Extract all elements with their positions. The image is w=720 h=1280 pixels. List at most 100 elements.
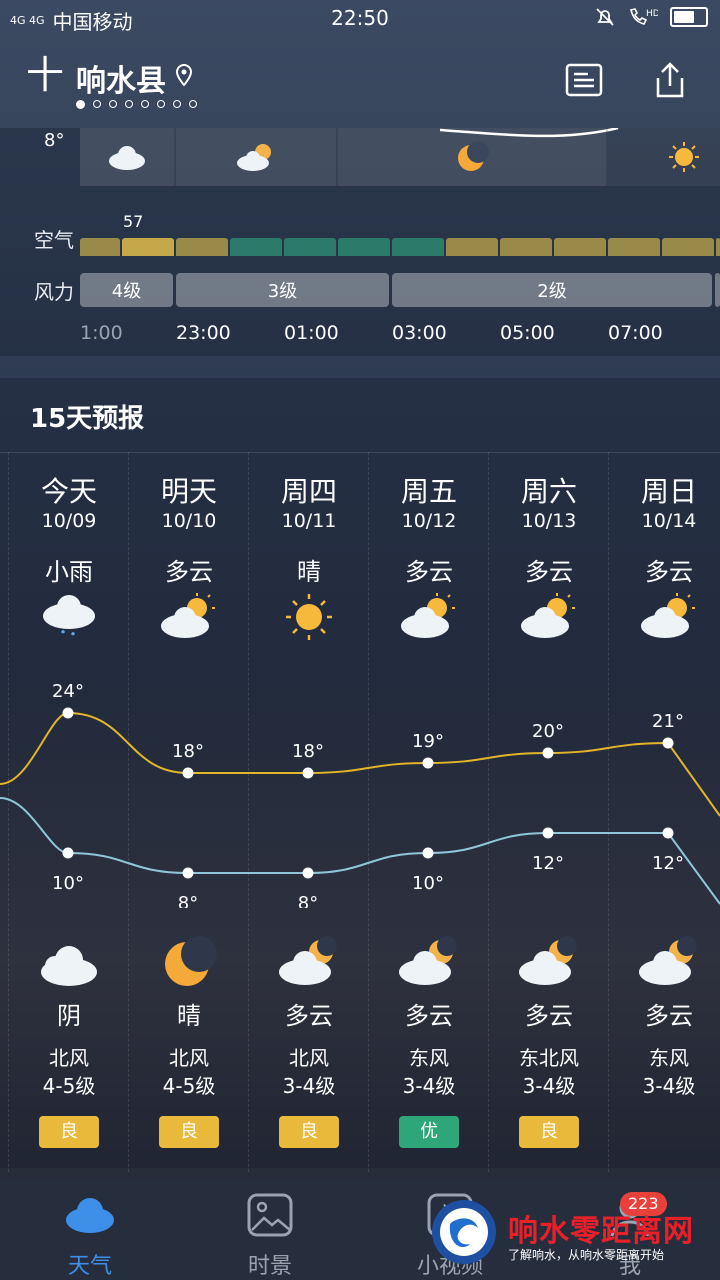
wind-level-bar: 2级 — [392, 273, 712, 307]
air-quality-bar — [662, 238, 714, 256]
air-quality-bar — [554, 238, 606, 256]
hd-call-icon: HD — [630, 8, 658, 25]
high-temp-point — [182, 767, 194, 779]
sun-icon — [279, 592, 339, 642]
page-dot — [76, 100, 85, 109]
share-icon[interactable] — [650, 60, 690, 100]
night-weather-label: 多云 — [405, 1002, 453, 1030]
status-bar: 4G 4G 中国移动 22:50 HD — [0, 0, 720, 36]
hour-label: 1:00 — [80, 322, 123, 344]
air-quality-bar — [608, 238, 660, 256]
low-temp-point — [302, 867, 314, 879]
hourly-panel[interactable]: 8° 空气 57 风力 4级 3级 2级 1:00 23:00 01:00 03… — [0, 128, 720, 356]
page-dot — [93, 100, 101, 108]
hour-label: 01:00 — [284, 322, 339, 344]
date-label: 10/13 — [521, 510, 577, 532]
aqi-badge: 良 — [519, 1116, 579, 1148]
wind-label: 风力 — [34, 280, 74, 304]
weekday-label: 明天 — [160, 475, 217, 508]
add-city-button[interactable]: 十 — [26, 56, 64, 94]
hourly-cell — [338, 128, 608, 186]
watermark-title: 响水零距离网 — [508, 1214, 694, 1249]
page-dot — [157, 100, 165, 108]
location-pin-icon — [176, 64, 192, 86]
day-weather-label: 多云 — [165, 558, 213, 586]
day-weather-label: 晴 — [297, 558, 321, 586]
mute-bell-icon — [596, 8, 614, 26]
wind-level-bar: 3级 — [176, 273, 389, 307]
air-quality-bar — [446, 238, 498, 256]
page-dot — [125, 100, 133, 108]
temperature-curves: 24° 10° 18° 8° 18° 8° 19° 10° 20° 12° 21° 12° — [0, 681, 720, 908]
wind-level: 4-5级 — [162, 1074, 216, 1098]
site-watermark: 响水零距离网 了解响水，从响水零距离开始 — [428, 1186, 720, 1280]
partly-cloudy-icon — [639, 592, 699, 642]
day-weather-label: 多云 — [525, 558, 573, 586]
svg-text:HD: HD — [646, 9, 658, 19]
air-quality-bar — [716, 238, 720, 256]
sun-icon — [669, 142, 699, 172]
cloudy-night-icon — [517, 936, 581, 990]
air-quality-bar — [230, 238, 282, 256]
weekday-label: 周五 — [400, 475, 457, 508]
date-label: 10/11 — [281, 510, 337, 532]
city-name[interactable]: 响水县 — [76, 56, 166, 100]
low-temp-point — [542, 827, 554, 839]
cloudy-night-icon — [237, 144, 271, 171]
hour-label: 03:00 — [392, 322, 447, 344]
high-temp-point — [542, 747, 554, 759]
high-temp-point — [302, 767, 314, 779]
tab-weather[interactable]: 天气 — [0, 1180, 180, 1280]
air-quality-bar — [122, 238, 174, 256]
day-weather-label: 多云 — [405, 558, 453, 586]
hourly-cell — [80, 128, 176, 186]
day-weather-label: 多云 — [645, 558, 693, 586]
moon-icon — [157, 936, 221, 990]
list-icon[interactable] — [564, 60, 604, 100]
wind-direction: 北风 — [289, 1046, 329, 1070]
partly-cloudy-icon — [399, 592, 459, 642]
aqi-badge: 良 — [279, 1116, 339, 1148]
cloud-icon — [37, 936, 101, 990]
wind-direction: 东风 — [409, 1046, 449, 1070]
aqi-badge: 良 — [39, 1116, 99, 1148]
site-logo — [432, 1200, 496, 1264]
cloud-icon — [66, 1198, 114, 1233]
wind-level: 3-4级 — [522, 1074, 576, 1098]
tab-scenery[interactable]: 时景 — [180, 1180, 360, 1280]
rain-cloud-icon — [39, 592, 99, 642]
forecast-panel[interactable]: 15天预报 今天 10/09 小雨阴北风 4-5级良明天 10/10 多云晴北风 4-5级良… — [0, 378, 720, 1172]
night-weather-label: 阴 — [57, 1002, 81, 1030]
low-temp-line — [0, 797, 720, 905]
weekday-label: 今天 — [40, 475, 97, 508]
high-temp-label: 24° — [52, 681, 84, 702]
image-icon — [247, 1193, 293, 1237]
air-label: 空气 — [34, 228, 74, 252]
high-temp-label: 21° — [652, 711, 684, 732]
tab-label: 时景 — [247, 1254, 292, 1279]
wind-direction: 东风 — [649, 1046, 689, 1070]
cloudy-night-icon — [397, 936, 461, 990]
page-dot — [141, 100, 149, 108]
cloudy-night-icon — [637, 936, 701, 990]
aqi-badge: 良 — [159, 1116, 219, 1148]
tab-label: 天气 — [67, 1254, 112, 1279]
night-weather-label: 多云 — [285, 1002, 333, 1030]
page-indicator — [76, 100, 197, 109]
low-temp-point — [182, 867, 194, 879]
night-weather-label: 晴 — [177, 1002, 201, 1030]
date-label: 10/12 — [401, 510, 457, 532]
air-quality-bar — [338, 238, 390, 256]
aqi-badge: 优 — [399, 1116, 459, 1148]
high-temp-line — [0, 711, 720, 817]
partly-cloudy-icon — [519, 592, 579, 642]
partly-cloudy-icon — [159, 592, 219, 642]
air-value: 57 — [123, 212, 144, 231]
page-dot — [189, 100, 197, 108]
low-temp-point — [62, 847, 74, 859]
cloudy-night-icon — [277, 936, 341, 990]
high-temp-label: 18° — [292, 741, 324, 762]
air-quality-bar — [176, 238, 228, 256]
low-temp-label: 8° — [178, 893, 198, 908]
cloud-icon — [109, 146, 145, 170]
